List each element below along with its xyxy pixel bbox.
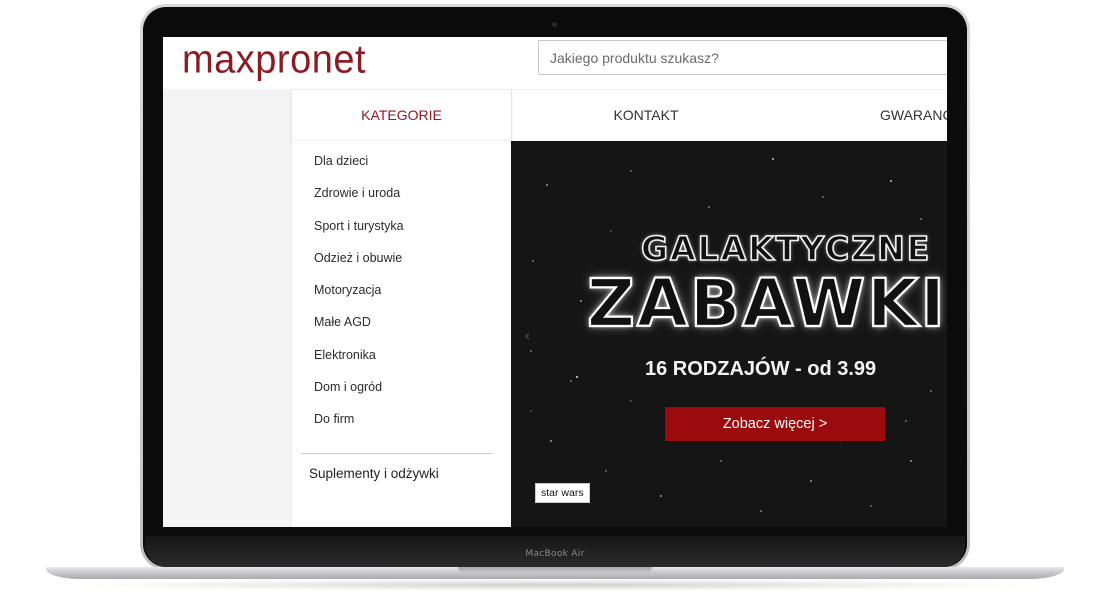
see-more-button[interactable]: Zobacz więcej >: [665, 407, 885, 441]
category-list: Dla dzieci Zdrowie i uroda Sport i turys…: [314, 151, 404, 442]
nav-item-kontakt[interactable]: KONTAKT: [511, 90, 781, 141]
category-item-elektronika[interactable]: Elektronika: [314, 345, 404, 377]
category-item-dom-i-ogrod[interactable]: Dom i ogród: [314, 377, 404, 409]
banner-subtitle: 16 RODZAJÓW - od 3.99: [645, 358, 877, 380]
carousel-prev-icon[interactable]: ‹: [524, 326, 530, 345]
category-item-male-agd[interactable]: Małe AGD: [314, 312, 404, 344]
laptop-base-notch: [458, 567, 652, 573]
promo-banner[interactable]: ‹ GALAKTYCZNE ZABAWKI 16 RODZAJÓW - od 3…: [511, 141, 947, 527]
category-dropdown: Dla dzieci Zdrowie i uroda Sport i turys…: [292, 141, 511, 527]
search-box[interactable]: [538, 40, 947, 75]
category-item-sport-i-turystyka[interactable]: Sport i turystyka: [314, 216, 404, 248]
site-logo[interactable]: maxpronet: [182, 38, 366, 82]
banner-title-line2: ZABAWKI: [586, 264, 947, 343]
category-item-zdrowie-i-uroda[interactable]: Zdrowie i uroda: [314, 183, 404, 215]
laptop-shadow: [70, 579, 1040, 591]
site-header: maxpronet: [163, 37, 947, 89]
banner-title-line1: GALAKTYCZNE: [640, 228, 932, 269]
banner-tag: star wars: [535, 483, 590, 503]
category-item-motoryzacja[interactable]: Motoryzacja: [314, 280, 404, 312]
laptop-model-label: MacBook Air: [525, 549, 585, 559]
browser-screen: maxpronet KATEGORIE KONTAKT GWARANCJ Dla…: [163, 37, 947, 527]
category-item-dla-dzieci[interactable]: Dla dzieci: [314, 151, 404, 183]
camera-icon: [552, 22, 557, 27]
category-item-do-firm[interactable]: Do firm: [314, 409, 404, 441]
left-gutter: [163, 89, 292, 527]
nav-item-gwarancja[interactable]: GWARANCJ: [880, 90, 947, 141]
category-item-suplementy[interactable]: Suplementy i odżywki: [309, 466, 439, 481]
logo-text: maxpronet: [182, 38, 367, 83]
category-divider: [301, 453, 493, 454]
nav-item-kategorie[interactable]: KATEGORIE: [292, 90, 511, 141]
category-item-odziez-i-obuwie[interactable]: Odzież i obuwie: [314, 248, 404, 280]
search-input[interactable]: [539, 41, 947, 74]
main-nav: KATEGORIE KONTAKT GWARANCJ: [292, 89, 947, 141]
